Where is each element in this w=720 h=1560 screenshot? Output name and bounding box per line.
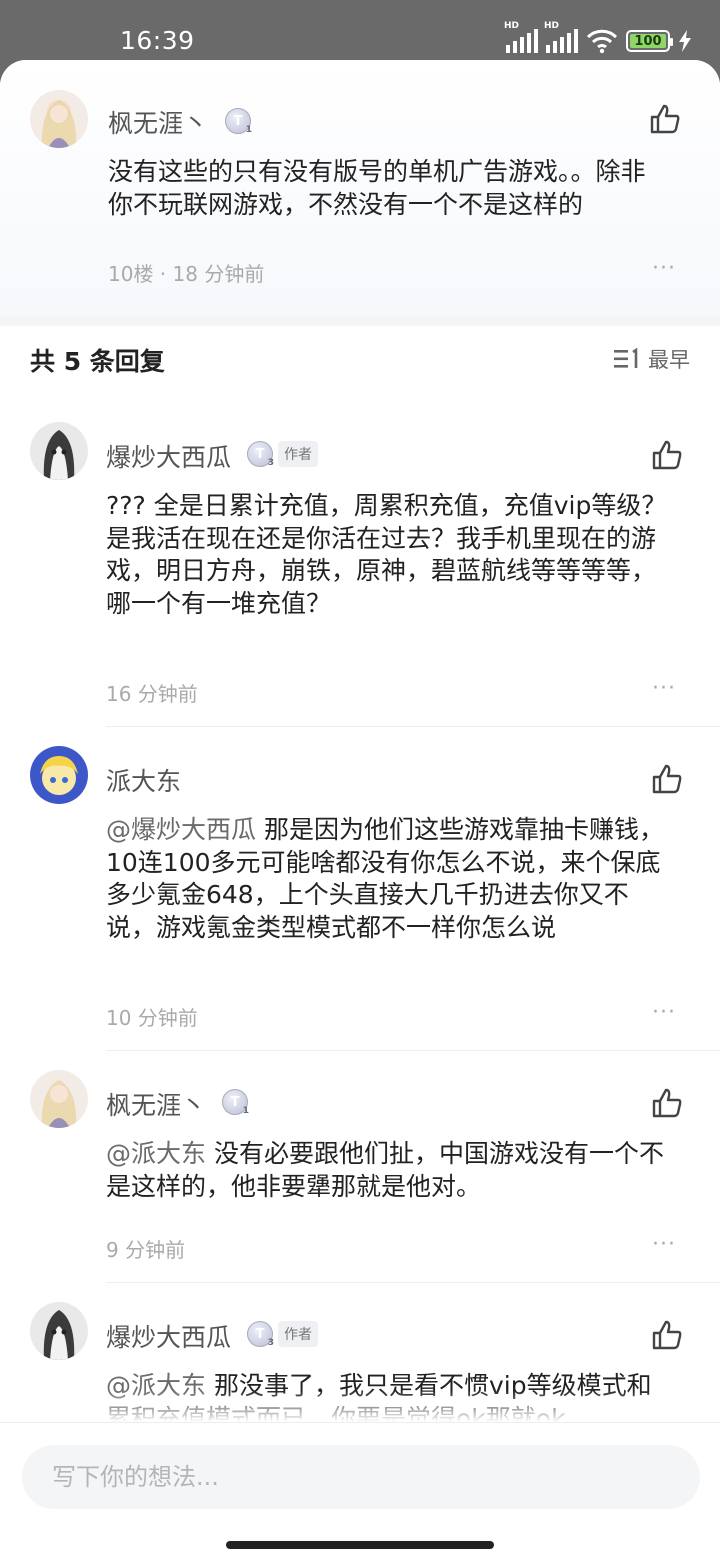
mention-link[interactable]: @派大东 <box>106 1139 206 1168</box>
level-badge-icon: T3 <box>247 1321 274 1348</box>
replies-count-title: 共 5 条回复 <box>30 347 165 376</box>
home-indicator[interactable] <box>226 1541 494 1549</box>
signal-icon: HD <box>504 21 538 53</box>
like-icon[interactable] <box>648 102 682 136</box>
more-options-icon[interactable]: ··· <box>652 676 676 701</box>
more-options-icon[interactable]: ··· <box>652 1000 676 1025</box>
mention-link[interactable]: @爆炒大西瓜 <box>106 815 256 844</box>
avatar[interactable] <box>30 1070 88 1128</box>
comment-input[interactable]: 写下你的想法... <box>22 1445 700 1509</box>
sort-button[interactable]: 最早 <box>614 344 690 374</box>
level-badge-icon: T1 <box>222 1089 249 1116</box>
reply-author[interactable]: 爆炒大西瓜 <box>106 1318 231 1354</box>
main-comment: 枫无涯丶 T1 没有这些的只有没有版号的单机广告游戏。。除非 你不玩联网游戏，不… <box>0 60 720 316</box>
reply-body: ??? 全是日累计充值，周累积充值，充值vip等级？ 是我活在现在还是你活在过去… <box>106 491 667 618</box>
battery-level: 100 <box>634 33 662 49</box>
reply-author[interactable]: 爆炒大西瓜 <box>106 438 231 474</box>
reply-time: 9 分钟前 <box>106 1238 186 1262</box>
comment-sheet: 枫无涯丶 T1 没有这些的只有没有版号的单机广告游戏。。除非 你不玩联网游戏，不… <box>0 60 720 1560</box>
reply-author[interactable]: 枫无涯丶 <box>106 1086 206 1122</box>
divider <box>106 1282 720 1283</box>
reply-body: @爆炒大西瓜 那是因为他们这些游戏靠抽卡赚钱， 10连100多元可能啥都没有你怎… <box>106 814 664 944</box>
level-badge-letter: T <box>255 1326 265 1342</box>
wifi-icon <box>586 29 618 54</box>
level-badge-number: 1 <box>242 1106 249 1116</box>
like-icon[interactable] <box>650 762 684 796</box>
signal-icon-2: HD <box>544 21 578 53</box>
more-options-icon[interactable]: ··· <box>652 256 676 281</box>
level-badge-icon: T3 <box>247 441 274 468</box>
status-icons: HD HD 100 <box>504 21 692 56</box>
like-icon[interactable] <box>650 438 684 472</box>
level-badge-letter: T <box>233 113 243 129</box>
reply-body: @派大东 没有必要跟他们扯，中国游戏没有一个不 是这样的，他非要犟那就是他对。 <box>106 1138 664 1203</box>
level-badge-letter: T <box>255 446 265 462</box>
reply-time: 10 分钟前 <box>106 1006 198 1030</box>
scroll-fade <box>0 1390 720 1422</box>
comment-input-bar: 写下你的想法... <box>0 1422 720 1560</box>
reply-author[interactable]: 派大东 <box>106 762 181 798</box>
comment-author[interactable]: 枫无涯丶 <box>108 104 208 140</box>
divider <box>106 1050 720 1051</box>
comment-meta: 10楼 · 18 分钟前 <box>108 262 265 286</box>
divider <box>106 726 720 727</box>
level-badge-icon: T1 <box>225 108 252 135</box>
level-badge-number: 3 <box>267 1338 274 1348</box>
section-divider <box>0 316 720 326</box>
avatar[interactable] <box>30 90 88 148</box>
sort-label: 最早 <box>648 348 690 372</box>
avatar[interactable] <box>30 422 88 480</box>
avatar[interactable] <box>30 746 88 804</box>
avatar[interactable] <box>30 1302 88 1360</box>
author-tag: 作者 <box>278 1321 318 1347</box>
comment-body: 没有这些的只有没有版号的单机广告游戏。。除非 你不玩联网游戏，不然没有一个不是这… <box>108 157 646 219</box>
level-badge-number: 3 <box>267 458 274 468</box>
more-options-icon[interactable]: ··· <box>652 1232 676 1257</box>
status-time: 16:39 <box>120 26 195 55</box>
author-tag: 作者 <box>278 441 318 467</box>
charging-icon <box>679 30 691 52</box>
battery-icon: 100 <box>626 30 673 52</box>
sort-icon <box>614 348 638 368</box>
like-icon[interactable] <box>650 1086 684 1120</box>
reply-time: 16 分钟前 <box>106 682 198 706</box>
level-badge-letter: T <box>230 1094 240 1110</box>
level-badge-number: 1 <box>245 125 252 135</box>
like-icon[interactable] <box>650 1318 684 1352</box>
